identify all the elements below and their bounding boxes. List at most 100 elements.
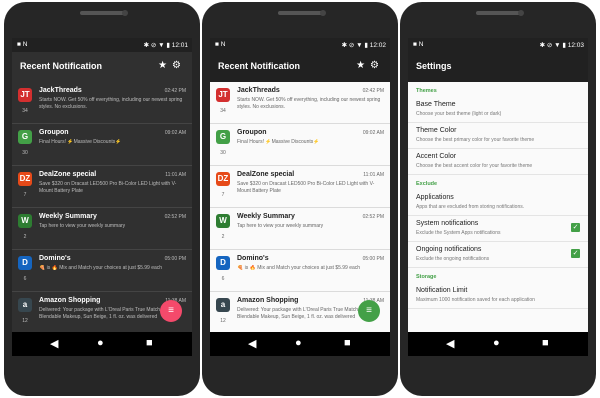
timestamp: 02:52 PM (164, 214, 186, 220)
filter-fab-button[interactable]: ≡ (358, 300, 380, 322)
app-name: DealZone special (237, 171, 295, 178)
notification-message: Tap here to view your weekly summary (39, 223, 126, 229)
app-name: Groupon (39, 129, 69, 136)
app-icon: D (216, 256, 230, 270)
recents-icon[interactable]: ■ (344, 337, 351, 349)
timestamp: 02:52 PM (362, 214, 384, 220)
pref-system-notifications[interactable]: System notifications Exclude the System … (408, 216, 588, 242)
app-icon: a (216, 298, 230, 312)
status-bar: ■ N ✱ ⊘ ▼ ▮ 12:02 (210, 38, 390, 52)
list-item[interactable]: DZ 7 DealZone special 11:01 AM Save $320 on … (210, 166, 390, 208)
app-bar: Recent Notification ★⚙ (210, 52, 390, 82)
home-icon[interactable]: ● (295, 337, 302, 349)
timestamp: 09:02 AM (164, 130, 186, 136)
pref-notification-limit[interactable]: Notification Limit Maximum 1000 notifica… (408, 283, 588, 309)
list-item[interactable]: G 30 Groupon 09:02 AM Final Hours! ⚡Massive … (12, 124, 192, 166)
list-item[interactable]: W 2 Weekly Summary 02:52 PM Tap here to view… (12, 208, 192, 250)
speaker (278, 11, 322, 15)
back-icon[interactable]: ◀ (446, 337, 454, 350)
recents-icon[interactable]: ■ (542, 337, 549, 349)
list-item[interactable]: G 30 Groupon 09:02 AM Final Hours! ⚡Massive … (210, 124, 390, 166)
list-item[interactable]: JT 34 JackThreads 02:42 PM Starts NOW. Get 5… (210, 82, 390, 124)
pref-accent-color[interactable]: Accent Color Choose the best accent colo… (408, 149, 588, 175)
timestamp: 05:00 PM (164, 256, 186, 262)
status-right: ✱ ⊘ ▼ ▮ 12:02 (341, 42, 386, 49)
phone-settings: ■ N ✱ ⊘ ▼ ▮ 12:03 Settings Themes Base T… (400, 2, 596, 396)
page-title: Settings (416, 61, 452, 71)
notification-message: Starts NOW. Get 50% off everything, incl… (39, 97, 183, 110)
list-item[interactable]: D 6 Domino's 05:00 PM 🍕 is 🔥 Mix and Match y… (12, 250, 192, 292)
nav-bar: ◀ ● ■ (210, 332, 390, 356)
notification-count: 6 (221, 276, 225, 282)
settings-list[interactable]: Themes Base Theme Choose your best theme… (408, 82, 588, 332)
nav-bar: ◀ ● ■ (12, 332, 192, 356)
screen: ■ N ✱ ⊘ ▼ ▮ 12:03 Settings Themes Base T… (408, 38, 588, 356)
timestamp: 09:02 AM (362, 130, 384, 136)
status-left-icons: ■ N (215, 41, 226, 48)
notification-count: 12 (220, 318, 226, 324)
home-icon[interactable]: ● (97, 337, 104, 349)
pref-theme-color[interactable]: Theme Color Choose the best primary colo… (408, 123, 588, 149)
notification-count: 34 (220, 108, 226, 114)
gear-icon[interactable]: ⚙ (172, 60, 186, 71)
status-bar: ■ N ✱ ⊘ ▼ ▮ 12:03 (408, 38, 588, 52)
app-icon: a (18, 298, 32, 312)
notification-message: Save $320 on Dracast LED500 Pro Bi-Color… (237, 181, 375, 194)
list-item[interactable]: DZ 7 DealZone special 11:01 AM Save $320 on … (12, 166, 192, 208)
list-item[interactable]: JT 34 JackThreads 02:42 PM Starts NOW. Get 5… (12, 82, 192, 124)
filter-fab-button[interactable]: ≡ (160, 300, 182, 322)
checkbox-checked-icon[interactable]: ✓ (571, 223, 580, 232)
pref-summary: Choose the best primary color for your f… (416, 137, 535, 143)
back-icon[interactable]: ◀ (248, 337, 256, 350)
notification-message: 🍕 is 🔥 Mix and Match your choices at jus… (39, 265, 163, 271)
app-name: Weekly Summary (237, 213, 295, 220)
pref-summary: Choose the best accent color for your fa… (416, 163, 533, 169)
app-icon: JT (216, 88, 230, 102)
pref-applications[interactable]: Applications Apps that are excluded from… (408, 190, 588, 216)
timestamp: 02:42 PM (164, 88, 186, 94)
notification-count: 30 (22, 150, 28, 156)
pref-title: Accent Color (416, 153, 457, 160)
app-icon: W (18, 214, 32, 228)
pref-ongoing-notifications[interactable]: Ongoing notifications Exclude the ongoin… (408, 242, 588, 268)
camera (121, 10, 128, 16)
phone-light: ■ N ✱ ⊘ ▼ ▮ 12:02 Recent Notification ★⚙… (202, 2, 398, 396)
star-icon[interactable]: ★ (158, 60, 172, 71)
pref-title: Theme Color (416, 127, 457, 134)
home-icon[interactable]: ● (493, 337, 500, 349)
notification-message: Starts NOW. Get 50% off everything, incl… (237, 97, 381, 110)
checkbox-checked-icon[interactable]: ✓ (571, 249, 580, 258)
notification-list[interactable]: JT 34 JackThreads 02:42 PM Starts NOW. Get 5… (12, 82, 192, 332)
screen: ■ N ✱ ⊘ ▼ ▮ 12:02 Recent Notification ★⚙… (210, 38, 390, 356)
gear-icon[interactable]: ⚙ (370, 60, 384, 71)
app-bar: Settings (408, 52, 588, 82)
timestamp: 02:42 PM (362, 88, 384, 94)
notification-message: Save $320 on Dracast LED500 Pro Bi-Color… (39, 181, 177, 194)
app-icon: G (216, 130, 230, 144)
pref-summary: Exclude the ongoing notifications (416, 256, 490, 262)
notification-count: 12 (22, 318, 28, 324)
notification-count: 6 (23, 276, 27, 282)
status-left-icons: ■ N (17, 41, 28, 48)
notification-count: 2 (221, 234, 225, 240)
timestamp: 11:01 AM (363, 172, 384, 178)
pref-summary: Choose your best theme (light or dark) (416, 111, 502, 117)
app-icon: W (216, 214, 230, 228)
notification-count: 30 (220, 150, 226, 156)
app-name: DealZone special (39, 171, 97, 178)
app-name: Amazon Shopping (39, 297, 101, 304)
notification-count: 2 (23, 234, 27, 240)
app-bar: Recent Notification ★⚙ (12, 52, 192, 82)
star-icon[interactable]: ★ (356, 60, 370, 71)
status-bar: ■ N ✱ ⊘ ▼ ▮ 12:01 (12, 38, 192, 52)
status-left-icons: ■ N (413, 41, 424, 48)
list-item[interactable]: D 6 Domino's 05:00 PM 🍕 is 🔥 Mix and Match y… (210, 250, 390, 292)
notification-list[interactable]: JT 34 JackThreads 02:42 PM Starts NOW. Get 5… (210, 82, 390, 332)
pref-base-theme[interactable]: Base Theme Choose your best theme (light… (408, 97, 588, 123)
app-icon: JT (18, 88, 32, 102)
notification-message: Final Hours! ⚡Massive Discounts⚡ (237, 139, 320, 145)
recents-icon[interactable]: ■ (146, 337, 153, 349)
back-icon[interactable]: ◀ (50, 337, 58, 350)
list-item[interactable]: W 2 Weekly Summary 02:52 PM Tap here to view… (210, 208, 390, 250)
camera (517, 10, 524, 16)
